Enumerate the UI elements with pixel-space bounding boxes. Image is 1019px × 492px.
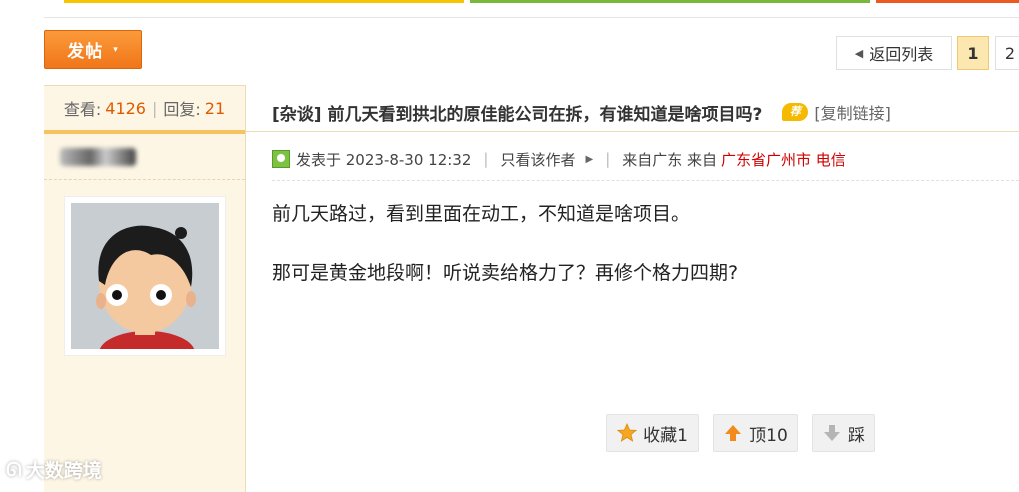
replies-label: 回复: (163, 100, 201, 119)
views-label: 查看: (63, 100, 102, 119)
watermark-logo-icon: ᘏ (6, 458, 22, 481)
replies-count: 21 (204, 98, 226, 118)
back-to-list-button[interactable]: ◀ 返回列表 (836, 36, 952, 70)
thread-title: 前几天看到拱北的原佳能公司在拆，有谁知道是啥项目吗? (327, 104, 763, 125)
post-paragraph: 前几天路过，看到里面在动工，不知道是啥项目。 (272, 203, 691, 225)
recommend-badge-icon: 荐 (782, 103, 809, 121)
author-username-blurred[interactable] (60, 148, 136, 166)
views-count: 4126 (105, 98, 146, 118)
top-color-bars (64, 0, 1019, 3)
post-from-prefix: 来自广东 来自 (622, 150, 718, 169)
top-divider (44, 17, 1019, 18)
upvote-label: 顶10 (749, 425, 788, 446)
back-to-list-label: 返回列表 (869, 45, 934, 64)
page-2-button[interactable]: 2 (995, 36, 1019, 70)
only-author-link[interactable]: 只看该作者 (500, 149, 575, 170)
favorite-label: 收藏1 (643, 425, 688, 446)
post-location: 广东省广州市 电信 (721, 150, 846, 169)
thread-stats: 查看: 4126 | 回复: 21 (44, 86, 245, 134)
meta-divider-line (272, 180, 1019, 181)
star-icon (617, 423, 638, 442)
author-name-row (44, 134, 245, 180)
watermark: ᘏ 大数跨境 (6, 456, 102, 483)
avatar-cartoon-image (71, 203, 219, 349)
new-post-label: 发帖 (67, 42, 104, 62)
chevron-down-icon: ▾ (113, 44, 119, 55)
favorite-button[interactable]: 收藏1 (606, 414, 699, 452)
avatar[interactable] (64, 196, 226, 356)
meta-divider: | (605, 150, 611, 168)
new-post-button[interactable]: 发帖 ▾ (44, 30, 142, 69)
post-paragraph: 那可是黄金地段啊！听说卖给格力了？再修个格力四期? (272, 262, 739, 284)
author-sidebar: 查看: 4126 | 回复: 21 (44, 85, 246, 492)
upvote-button[interactable]: 顶10 (713, 414, 798, 452)
top-bar-red (876, 0, 1019, 3)
post-time: 发表于 2023-8-30 12:32 (296, 150, 472, 169)
arrow-up-icon (725, 425, 742, 441)
stats-divider: | (151, 98, 158, 118)
thread-title-row: [杂谈] 前几天看到拱北的原佳能公司在拆，有谁知道是啥项目吗? 荐 [复制链接] (272, 99, 1019, 125)
copy-link-button[interactable]: [复制链接] (814, 100, 891, 124)
thread-category-link[interactable]: [杂谈] (272, 100, 322, 125)
post-meta: 发表于 2023-8-30 12:32 | 只看该作者 ▶ | 来自广东 来自 … (272, 148, 846, 170)
downvote-button[interactable]: 踩 (812, 414, 875, 452)
title-divider (246, 131, 1019, 132)
top-bar-yellow (64, 0, 464, 3)
page-1-button[interactable]: 1 (957, 36, 989, 70)
post-main: [杂谈] 前几天看到拱北的原佳能公司在拆，有谁知道是啥项目吗? 荐 [复制链接]… (246, 85, 1019, 491)
online-user-icon (272, 150, 290, 168)
downvote-label: 踩 (848, 425, 865, 446)
arrow-down-icon (824, 425, 840, 441)
top-bar-green (470, 0, 870, 3)
meta-divider: | (483, 150, 489, 168)
caret-left-icon: ◀ (854, 46, 864, 60)
watermark-text: 大数跨境 (25, 460, 102, 482)
caret-right-icon: ▶ (585, 153, 594, 165)
